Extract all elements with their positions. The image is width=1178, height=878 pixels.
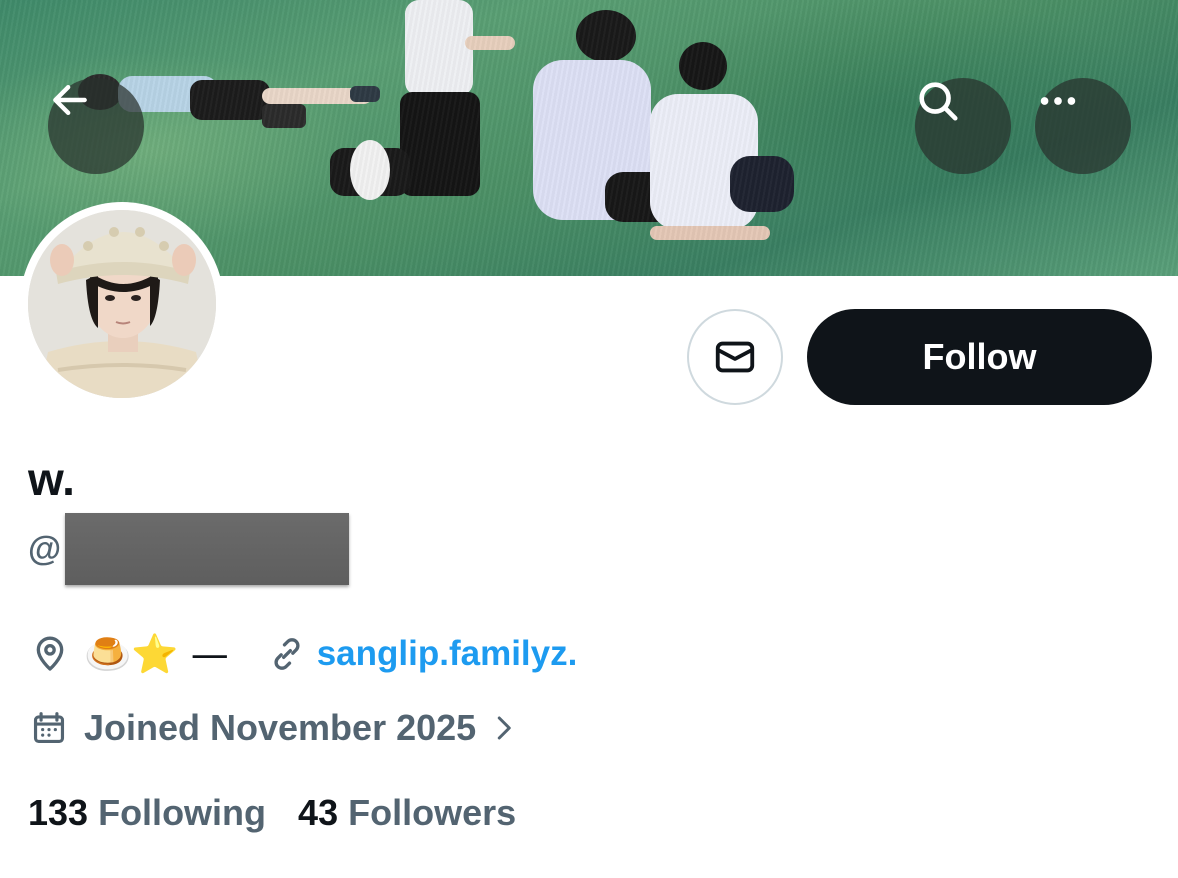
joined-text: Joined November 2025 [84,707,477,748]
handle-prefix: @ [28,529,62,568]
followers-stat[interactable]: 43 Followers [298,792,516,834]
calendar-icon [33,712,65,744]
profile-link[interactable]: sanglip.familyz. [317,634,578,674]
chevron-right-icon [497,716,511,740]
following-count: 133 [28,792,89,833]
more-horizontal-icon [1040,97,1076,105]
back-button[interactable] [48,78,144,174]
location-text: 🍮⭐ — [84,631,229,676]
followers-label: Followers [348,792,517,833]
message-button[interactable] [687,309,783,405]
followers-count: 43 [298,792,339,833]
mail-icon [715,341,755,373]
search-button[interactable] [915,78,1011,174]
avatar-photo [28,210,216,398]
following-label: Following [98,792,267,833]
redacted-handle [65,513,350,585]
location-pin-icon [36,636,64,671]
profile-meta: 🍮⭐ — sanglip.familyz. [30,626,577,682]
profile-avatar[interactable] [20,202,224,406]
follow-button[interactable]: Follow [807,309,1152,405]
following-stat[interactable]: 133 Following [28,792,266,834]
follow-stats: 133 Following 43 Followers [28,788,516,838]
link-icon [274,638,300,670]
arrow-left-icon [53,84,87,116]
handle: @ [28,512,350,586]
joined-date[interactable]: Joined November 2025 [30,704,518,752]
more-options-button[interactable] [1035,78,1131,174]
search-icon [919,82,958,121]
display-name: w. [28,453,75,505]
